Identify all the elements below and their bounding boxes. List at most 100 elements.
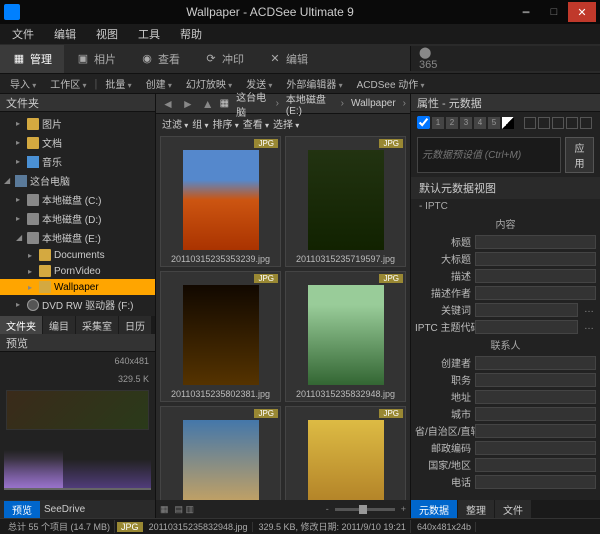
color-label-2[interactable] (538, 117, 550, 129)
left-panel: 文件夹 ▸图片▸文档▸音乐◢这台电脑▸本地磁盘 (C:)▸本地磁盘 (D:)◢本… (0, 94, 156, 518)
layout-icon[interactable]: ▦ (160, 504, 169, 515)
filter-sort[interactable]: 排序 (213, 116, 239, 131)
metadata-preset-input[interactable] (417, 137, 561, 173)
nav-fwd[interactable]: ► (180, 97, 196, 111)
filter-group[interactable]: 组 (192, 116, 208, 131)
iptc-section[interactable]: IPTC (419, 201, 448, 212)
meta-field: 标题 (415, 233, 596, 250)
close-button[interactable]: ✕ (568, 2, 596, 22)
tab-photo[interactable]: ▣相片 (64, 45, 128, 73)
thumbnail-item[interactable]: JPG20110315235719597.jpg (285, 136, 406, 267)
tree-item[interactable]: ▸音乐 (0, 152, 155, 171)
rating-5[interactable]: 5 (488, 117, 500, 129)
menu-file[interactable]: 文件 (4, 24, 42, 44)
lefttab-collect[interactable]: 采集室 (76, 316, 118, 334)
apply-button[interactable]: 应用 (565, 137, 594, 173)
maximize-button[interactable]: □ (540, 2, 568, 22)
field-input[interactable] (475, 458, 596, 472)
field-input[interactable] (475, 286, 596, 300)
tool-slideshow[interactable]: 幻灯放映 (180, 74, 238, 93)
righttab-organize[interactable]: 整理 (458, 500, 494, 518)
more-button[interactable]: … (582, 304, 596, 315)
field-input[interactable] (475, 320, 578, 334)
tree-item[interactable]: ▸PornVideo (0, 263, 155, 279)
color-label-5[interactable] (580, 117, 592, 129)
color-label-3[interactable] (552, 117, 564, 129)
rating-2[interactable]: 2 (446, 117, 458, 129)
thumbnail-item[interactable]: JPG20110315235353239.jpg (160, 136, 281, 267)
lefttab-calendar[interactable]: 日历 (119, 316, 151, 334)
tree-item[interactable]: ◢本地磁盘 (E:) (0, 228, 155, 247)
lefttab-catalog[interactable]: 编目 (43, 316, 75, 334)
tree-item[interactable]: ▸文档 (0, 133, 155, 152)
zoom-out-icon[interactable]: - (326, 504, 329, 514)
field-input[interactable] (475, 252, 596, 266)
field-input[interactable] (475, 356, 596, 370)
tool-import[interactable]: 导入 (4, 74, 42, 93)
menu-edit[interactable]: 编辑 (46, 24, 84, 44)
tree-item[interactable]: ◢这台电脑 (0, 171, 155, 190)
field-input[interactable] (475, 424, 596, 438)
tree-item[interactable]: ▸本地磁盘 (D:) (0, 209, 155, 228)
tool-acdsee-action[interactable]: ACDSee 动作 (351, 74, 431, 93)
field-label: 省/自治区/直辖市 (415, 423, 471, 438)
preview-button[interactable]: 预览 (4, 501, 40, 518)
more-button[interactable]: … (582, 321, 596, 332)
rating-check[interactable] (417, 116, 430, 129)
menu-help[interactable]: 帮助 (172, 24, 210, 44)
tab-manage[interactable]: ▦管理 (0, 45, 64, 73)
thumbnail-item[interactable]: JPG20110315235832948.jpg (285, 271, 406, 402)
tree-item[interactable]: ▸DVD RW 驱动器 (F:) (0, 295, 155, 314)
tab-develop[interactable]: ⟳冲印 (192, 45, 256, 73)
menu-tools[interactable]: 工具 (130, 24, 168, 44)
crumb-folder[interactable]: Wallpaper (348, 98, 399, 109)
color-label-4[interactable] (566, 117, 578, 129)
field-input[interactable] (475, 269, 596, 283)
rating-3[interactable]: 3 (460, 117, 472, 129)
filter-select[interactable]: 选择 (273, 116, 299, 131)
field-input[interactable] (475, 441, 596, 455)
tool-workspace[interactable]: 工作区 (44, 74, 92, 93)
lefttab-folders[interactable]: 文件夹 (0, 316, 42, 334)
tree-item[interactable]: ▸本地磁盘 (C:) (0, 190, 155, 209)
righttab-metadata[interactable]: 元数据 (411, 500, 457, 518)
nav-up[interactable]: ▲ (200, 97, 216, 111)
field-input[interactable] (475, 407, 596, 421)
menu-view[interactable]: 视图 (88, 24, 126, 44)
field-input[interactable] (475, 303, 578, 317)
tool-create[interactable]: 创建 (140, 74, 178, 93)
field-input[interactable] (475, 373, 596, 387)
field-label: 关键词 (415, 302, 471, 317)
tool-batch[interactable]: 批量 (99, 74, 137, 93)
righttab-file[interactable]: 文件 (495, 500, 531, 518)
view-icons[interactable]: ▤ ▥ (175, 504, 195, 515)
field-input[interactable] (475, 475, 596, 489)
nav-back[interactable]: ◄ (160, 97, 176, 111)
filter-view[interactable]: 查看 (243, 116, 269, 131)
crumb-drive[interactable]: 本地磁盘 (E:) (283, 91, 337, 117)
seedrive-label[interactable]: SeeDrive (44, 504, 85, 515)
rating-1[interactable]: 1 (432, 117, 444, 129)
field-input[interactable] (475, 390, 596, 404)
tree-item[interactable]: ▸Documents (0, 247, 155, 263)
wrench-icon: ✕ (268, 52, 282, 66)
tab-view[interactable]: ◉查看 (128, 45, 192, 73)
thumb-slider[interactable] (335, 508, 395, 511)
color-label-1[interactable] (524, 117, 536, 129)
zoom-in-icon[interactable]: + (401, 504, 406, 514)
rating-4[interactable]: 4 (474, 117, 486, 129)
tab-edit[interactable]: ✕编辑 (256, 45, 320, 73)
titlebar: Wallpaper - ACDSee Ultimate 9 ━ □ ✕ (0, 0, 600, 24)
thumbnail-item[interactable]: JPG (285, 406, 406, 500)
field-input[interactable] (475, 235, 596, 249)
statusbar: 总计 55 个项目 (14.7 MB) JPG 2011031523583294… (0, 518, 600, 534)
thumbnail-item[interactable]: JPG (160, 406, 281, 500)
tab-365[interactable]: ⬤ 365 (410, 46, 600, 71)
tree-item[interactable]: ▸Wallpaper (0, 279, 155, 295)
minimize-button[interactable]: ━ (512, 2, 540, 22)
filter-filter[interactable]: 过滤 (162, 116, 188, 131)
metadata-view-label[interactable]: 默认元数据视图 (411, 177, 600, 199)
tree-item[interactable]: ▸图片 (0, 114, 155, 133)
rating-diag[interactable] (502, 117, 514, 129)
thumbnail-item[interactable]: JPG20110315235802381.jpg (160, 271, 281, 402)
